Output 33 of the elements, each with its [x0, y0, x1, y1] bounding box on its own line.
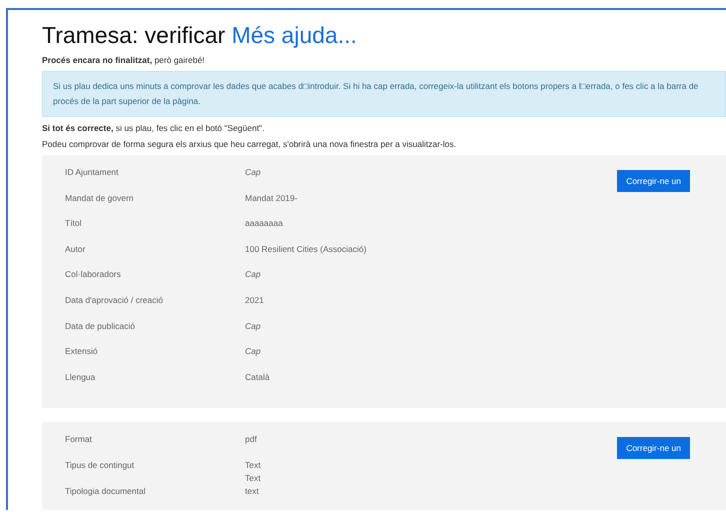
field-label: Autor: [65, 242, 86, 256]
status-text: Procés encara no finalitzat, però gairebé!: [42, 55, 206, 65]
field-value: Text: [245, 472, 262, 483]
field-label: Data de publicació: [65, 320, 136, 333]
field-label: Llengua: [65, 370, 96, 384]
field-label: Col·laboradors: [65, 268, 122, 282]
field-label: Títol: [65, 217, 83, 230]
field-value: Cap: [245, 166, 262, 177]
field-value: 2021: [245, 294, 265, 305]
help-link[interactable]: Més ajuda...: [232, 22, 357, 48]
field-value: 100 Resilient Cities (Associació): [245, 242, 368, 254]
field-value: Cap: [245, 320, 262, 331]
field-label: Format: [65, 433, 93, 446]
field-label: Tipus de contingut: [65, 458, 136, 472]
field-value: text: [245, 484, 260, 496]
field-value: Cap: [245, 345, 262, 356]
instruction-text: Si tot és correcte, si us plau, fes clic en el botó "Següent".: [42, 123, 266, 133]
field-value: Cap: [245, 268, 262, 280]
field-label: Data d'aprovació / creació: [65, 294, 164, 307]
field-label: Extensió: [65, 345, 99, 358]
correct-button[interactable]: Corregir-ne un: [617, 170, 690, 192]
page-title: Tramesa: verificar Més ajuda...: [42, 22, 358, 49]
note-text: Podeu comprovar de forma segura els arxius que heu carregat, s'obrirà una nova finestra per a visualitzar-los.: [42, 139, 458, 149]
field-label: ID Ajuntament: [65, 166, 120, 179]
info-message: Si us plau dedica uns minuts a comprovar les dades que acabes d□introduir. Si hi ha cap errada, corregeix-la utilitzant els botons propers a l□errada, o fes clic a la barra de procés de la part superior de la pàgina.: [42, 71, 726, 117]
field-value: pdf: [245, 433, 258, 444]
field-value: Mandat 2019-: [245, 192, 298, 203]
field-label: Tipologia documental: [65, 484, 146, 498]
field-value: Català: [245, 370, 271, 382]
field-value: aaaaaaaa: [245, 217, 284, 228]
field-value: Text: [245, 458, 262, 470]
correct-button[interactable]: Corregir-ne un: [617, 437, 690, 460]
field-label: Mandat de govern: [65, 192, 135, 205]
